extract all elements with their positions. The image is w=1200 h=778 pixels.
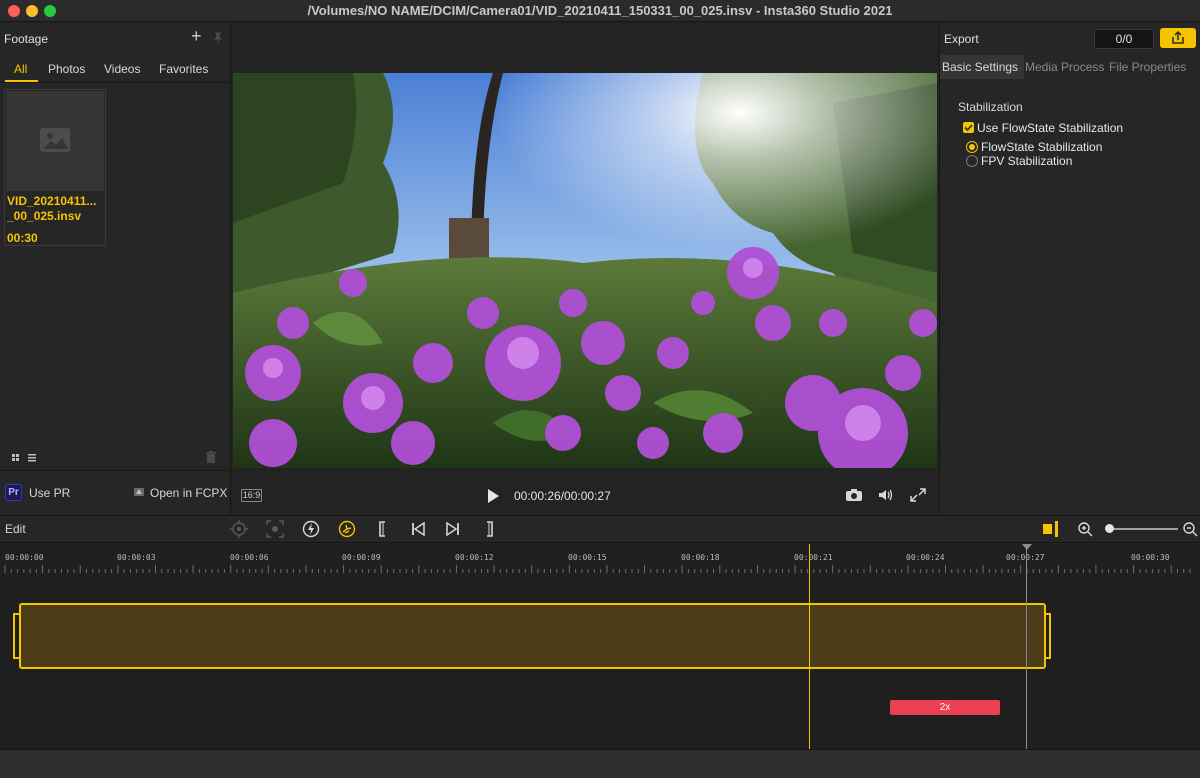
speed-icon[interactable] <box>302 520 320 538</box>
preview-controls: 16:9 00:00:26/00:00:27 <box>232 475 938 514</box>
tab-media-process[interactable]: Media Process <box>1024 55 1108 79</box>
tab-favorites[interactable]: Favorites <box>159 62 208 76</box>
fpv-radio[interactable] <box>966 155 978 167</box>
speed-segment[interactable]: 2x <box>890 700 1000 715</box>
zoom-out-icon[interactable] <box>1181 520 1199 538</box>
use-flowstate-label[interactable]: Use FlowState Stabilization <box>977 121 1123 135</box>
snapshot-camera-icon[interactable] <box>845 487 863 503</box>
upload-icon <box>1172 30 1184 44</box>
ruler-label: 00:00:00 <box>5 553 44 562</box>
playback-timecode: 00:00:26/00:00:27 <box>514 489 611 503</box>
footage-panel: Footage + All Photos Videos Favorites VI… <box>0 23 231 514</box>
split-marker-icon[interactable] <box>1042 520 1060 538</box>
end-marker-icon[interactable] <box>1022 544 1032 550</box>
trim-end-icon[interactable] <box>480 520 498 538</box>
deep-track-icon[interactable] <box>266 520 284 538</box>
footage-footer: Pr Use PR Open in FCPX <box>0 470 231 514</box>
flowstate-radio[interactable] <box>966 141 978 153</box>
ruler-label: 00:00:21 <box>794 553 833 562</box>
zoom-slider-track[interactable] <box>1110 528 1178 530</box>
stabilization-label: Stabilization <box>958 100 1023 114</box>
tab-photos[interactable]: Photos <box>48 62 85 76</box>
footage-item[interactable]: VID_20210411... _00_025.insv 00:30 <box>4 89 106 246</box>
fullscreen-icon[interactable] <box>909 487 927 503</box>
bottom-strip <box>0 749 1200 778</box>
ruler-label: 00:00:15 <box>568 553 607 562</box>
video-frame <box>233 73 937 468</box>
tab-all[interactable]: All <box>14 62 27 76</box>
use-flowstate-checkbox[interactable] <box>963 122 974 133</box>
tab-file-properties[interactable]: File Properties <box>1109 55 1200 79</box>
export-title: Export <box>944 32 979 46</box>
zoom-slider-handle[interactable] <box>1105 524 1114 533</box>
export-tabs: Basic Settings Media Process File Proper… <box>940 55 1200 79</box>
timeline[interactable]: 00:00:00 00:00:03 00:00:06 00:00:09 00:0… <box>0 544 1200 749</box>
playhead[interactable] <box>809 544 810 749</box>
footage-item-name: VID_20210411... _00_025.insv <box>7 194 97 223</box>
title-bar: /Volumes/NO NAME/DCIM/Camera01/VID_20210… <box>0 0 1200 22</box>
end-marker-line <box>1026 544 1027 749</box>
grid-view-icon <box>12 454 19 461</box>
pin-icon[interactable] <box>212 32 224 44</box>
export-count: 0/0 <box>1094 29 1154 49</box>
flowstate-radio-label[interactable]: FlowState Stabilization <box>981 140 1102 154</box>
ruler-label: 00:00:30 <box>1131 553 1170 562</box>
edit-title: Edit <box>5 522 26 536</box>
zoom-in-icon[interactable] <box>1076 520 1094 538</box>
footage-thumbnail <box>6 91 104 191</box>
video-clip[interactable] <box>19 603 1046 669</box>
tab-videos[interactable]: Videos <box>104 62 140 76</box>
ruler-label: 00:00:12 <box>455 553 494 562</box>
edit-toolbar: Edit <box>0 515 1200 543</box>
fcpx-icon <box>134 488 144 496</box>
ruler-label: 00:00:03 <box>117 553 156 562</box>
list-view-icon <box>28 454 36 462</box>
tab-basic-settings[interactable]: Basic Settings <box>940 55 1024 79</box>
export-button[interactable] <box>1160 28 1196 48</box>
ruler-label: 00:00:18 <box>681 553 720 562</box>
open-in-fcpx-button[interactable]: Open in FCPX <box>150 486 227 500</box>
footage-tabs: All Photos Videos Favorites <box>0 53 231 83</box>
check-icon <box>964 124 973 132</box>
target-icon[interactable] <box>230 520 248 538</box>
add-footage-button[interactable]: + <box>191 27 202 45</box>
fpv-radio-label[interactable]: FPV Stabilization <box>981 154 1072 168</box>
view-mode-icons[interactable] <box>12 453 42 463</box>
clip-right-handle[interactable] <box>1045 613 1051 659</box>
next-frame-icon[interactable] <box>444 520 462 538</box>
video-preview[interactable] <box>233 73 937 468</box>
ruler-ticks <box>4 565 1191 573</box>
export-panel: Export 0/0 Basic Settings Media Process … <box>939 23 1200 514</box>
trim-start-icon[interactable] <box>374 520 392 538</box>
footage-title: Footage <box>4 32 49 46</box>
volume-icon[interactable] <box>877 487 895 503</box>
previous-frame-icon[interactable] <box>409 520 427 538</box>
aspect-ratio-button[interactable]: 16:9 <box>241 489 262 502</box>
ruler-label: 00:00:24 <box>906 553 945 562</box>
use-pr-button[interactable]: Use PR <box>29 486 70 500</box>
ruler-label: 00:00:06 <box>230 553 269 562</box>
trash-icon[interactable] <box>206 451 216 463</box>
preview-panel: 16:9 00:00:26/00:00:27 <box>232 23 938 514</box>
play-button[interactable] <box>488 489 499 503</box>
active-tab-indicator <box>5 80 38 82</box>
ruler-label: 00:00:09 <box>342 553 381 562</box>
window-title: /Volumes/NO NAME/DCIM/Camera01/VID_20210… <box>307 3 893 18</box>
timeshift-icon[interactable] <box>338 520 356 538</box>
image-placeholder-icon <box>40 128 70 152</box>
footage-item-duration: 00:30 <box>7 231 38 245</box>
premiere-logo-icon: Pr <box>5 484 22 501</box>
